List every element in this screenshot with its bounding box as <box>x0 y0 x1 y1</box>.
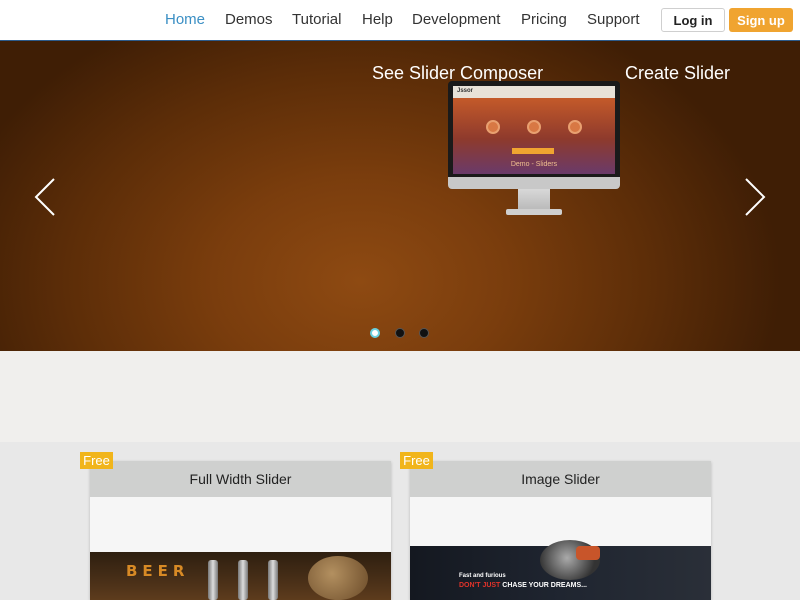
mini-download-bar <box>512 148 554 154</box>
chevron-right-icon <box>745 178 766 216</box>
beer-tap <box>238 560 248 600</box>
slide-dot-3[interactable] <box>419 328 429 338</box>
beer-tap <box>208 560 218 600</box>
mini-logo: Jssor <box>457 88 474 94</box>
nav-help[interactable]: Help <box>362 11 393 28</box>
nav-home[interactable]: Home <box>165 11 205 28</box>
free-badge: Free <box>80 452 113 469</box>
mini-play-icon <box>486 120 500 134</box>
login-button[interactable]: Log in <box>661 8 725 32</box>
nav-support[interactable]: Support <box>587 11 640 28</box>
hero-title-right[interactable]: Create Slider <box>625 63 730 84</box>
slide-dot-1[interactable] <box>370 328 380 338</box>
free-badge: Free <box>400 452 433 469</box>
card-thumbnail[interactable]: Fast and furious DON'T JUST CHASE YOUR D… <box>410 540 711 600</box>
monitor-illustration: Jssor Demo - Sliders <box>448 81 620 225</box>
thumb-headline: DON'T JUST CHASE YOUR DREAMS... <box>459 582 587 589</box>
mini-grid-icon <box>568 120 582 134</box>
slide-indicators <box>370 328 432 340</box>
nav-tutorial[interactable]: Tutorial <box>292 11 341 28</box>
mini-star-icon <box>527 120 541 134</box>
hero-slider: See Slider Composer Create Slider Jssor … <box>0 41 800 351</box>
top-header: Home Demos Tutorial Help Development Pri… <box>0 0 800 41</box>
spacer-band <box>0 351 800 442</box>
nav-demos[interactable]: Demos <box>225 11 273 28</box>
beer-tap <box>268 560 278 600</box>
monitor-foot <box>506 209 562 215</box>
helmet-accent <box>576 546 600 560</box>
card-title: Full Width Slider <box>90 461 391 497</box>
nav-development[interactable]: Development <box>412 11 500 28</box>
thumb-headline-red: DON'T JUST <box>459 582 501 589</box>
monitor-stand <box>518 189 550 211</box>
nav-pricing[interactable]: Pricing <box>521 11 567 28</box>
monitor-screen: Jssor Demo - Sliders <box>453 86 615 174</box>
demo-card-image-slider[interactable]: Image Slider Fast and furious DON'T JUST… <box>410 461 711 600</box>
chevron-left-icon <box>34 178 55 216</box>
beer-sign: BEER <box>126 562 190 580</box>
demo-card-full-width[interactable]: Full Width Slider BEER <box>90 461 391 600</box>
monitor-chin <box>448 177 620 189</box>
card-thumbnail[interactable]: BEER <box>90 552 391 600</box>
beer-barrel <box>308 556 368 600</box>
signup-button[interactable]: Sign up <box>729 8 793 32</box>
card-title: Image Slider <box>410 461 711 497</box>
next-slide-button[interactable] <box>738 177 768 217</box>
slide-dot-2[interactable] <box>395 328 405 338</box>
thumb-small-text: Fast and furious <box>459 573 506 579</box>
thumb-headline-rest: CHASE YOUR DREAMS... <box>502 582 587 589</box>
prev-slide-button[interactable] <box>32 177 62 217</box>
mini-caption: Demo - Sliders <box>510 161 558 168</box>
